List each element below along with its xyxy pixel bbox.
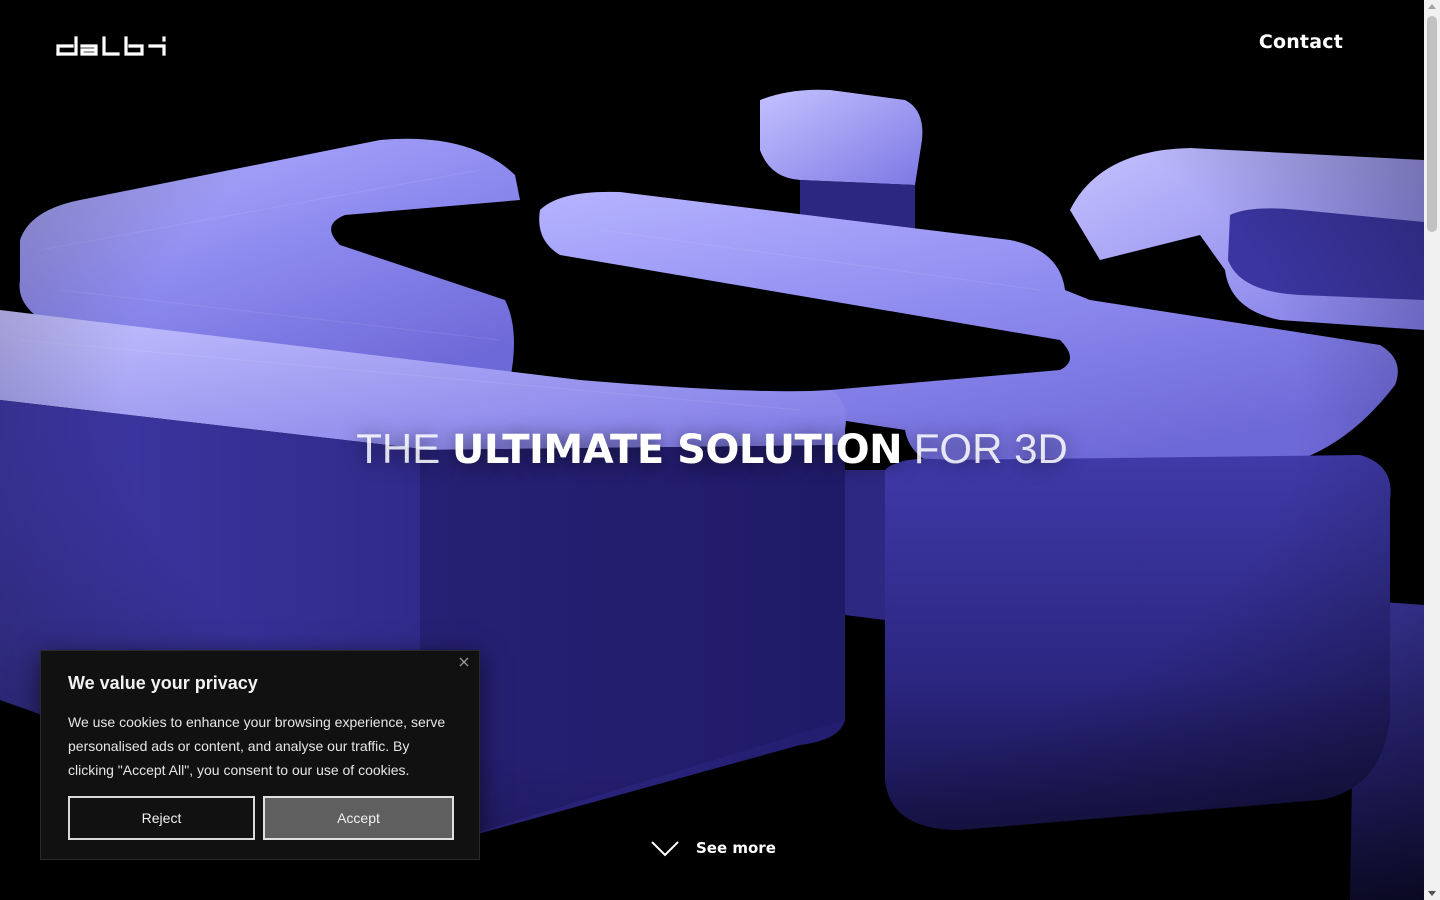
headline-part-for-3d: FOR 3D	[902, 425, 1068, 472]
see-more-label: See more	[696, 839, 776, 857]
scroll-down-arrow-icon[interactable]	[1428, 891, 1436, 896]
accept-button[interactable]: Accept	[263, 796, 454, 840]
dalbi-logo[interactable]	[56, 34, 168, 58]
scroll-thumb[interactable]	[1427, 16, 1437, 232]
contact-link[interactable]: Contact	[1259, 31, 1343, 53]
cookie-buttons: Reject Accept	[68, 796, 454, 840]
hero-headline: THE ULTIMATE SOLUTION FOR 3D	[0, 424, 1424, 475]
headline-part-ultimate-solution: ULTIMATE SOLUTION	[451, 427, 903, 473]
cookie-description: We use cookies to enhance your browsing …	[68, 714, 446, 778]
close-icon[interactable]	[457, 655, 471, 669]
cookie-consent-banner: We value your privacy We use cookies to …	[40, 650, 480, 860]
headline-part-the: THE	[356, 425, 452, 472]
scroll-up-arrow-icon[interactable]	[1428, 4, 1436, 9]
see-more-button[interactable]: See more	[650, 834, 776, 862]
chevron-down-icon	[651, 841, 679, 857]
vertical-scrollbar[interactable]	[1424, 0, 1440, 900]
reject-button[interactable]: Reject	[68, 796, 255, 840]
cookie-title: We value your privacy	[68, 673, 258, 693]
